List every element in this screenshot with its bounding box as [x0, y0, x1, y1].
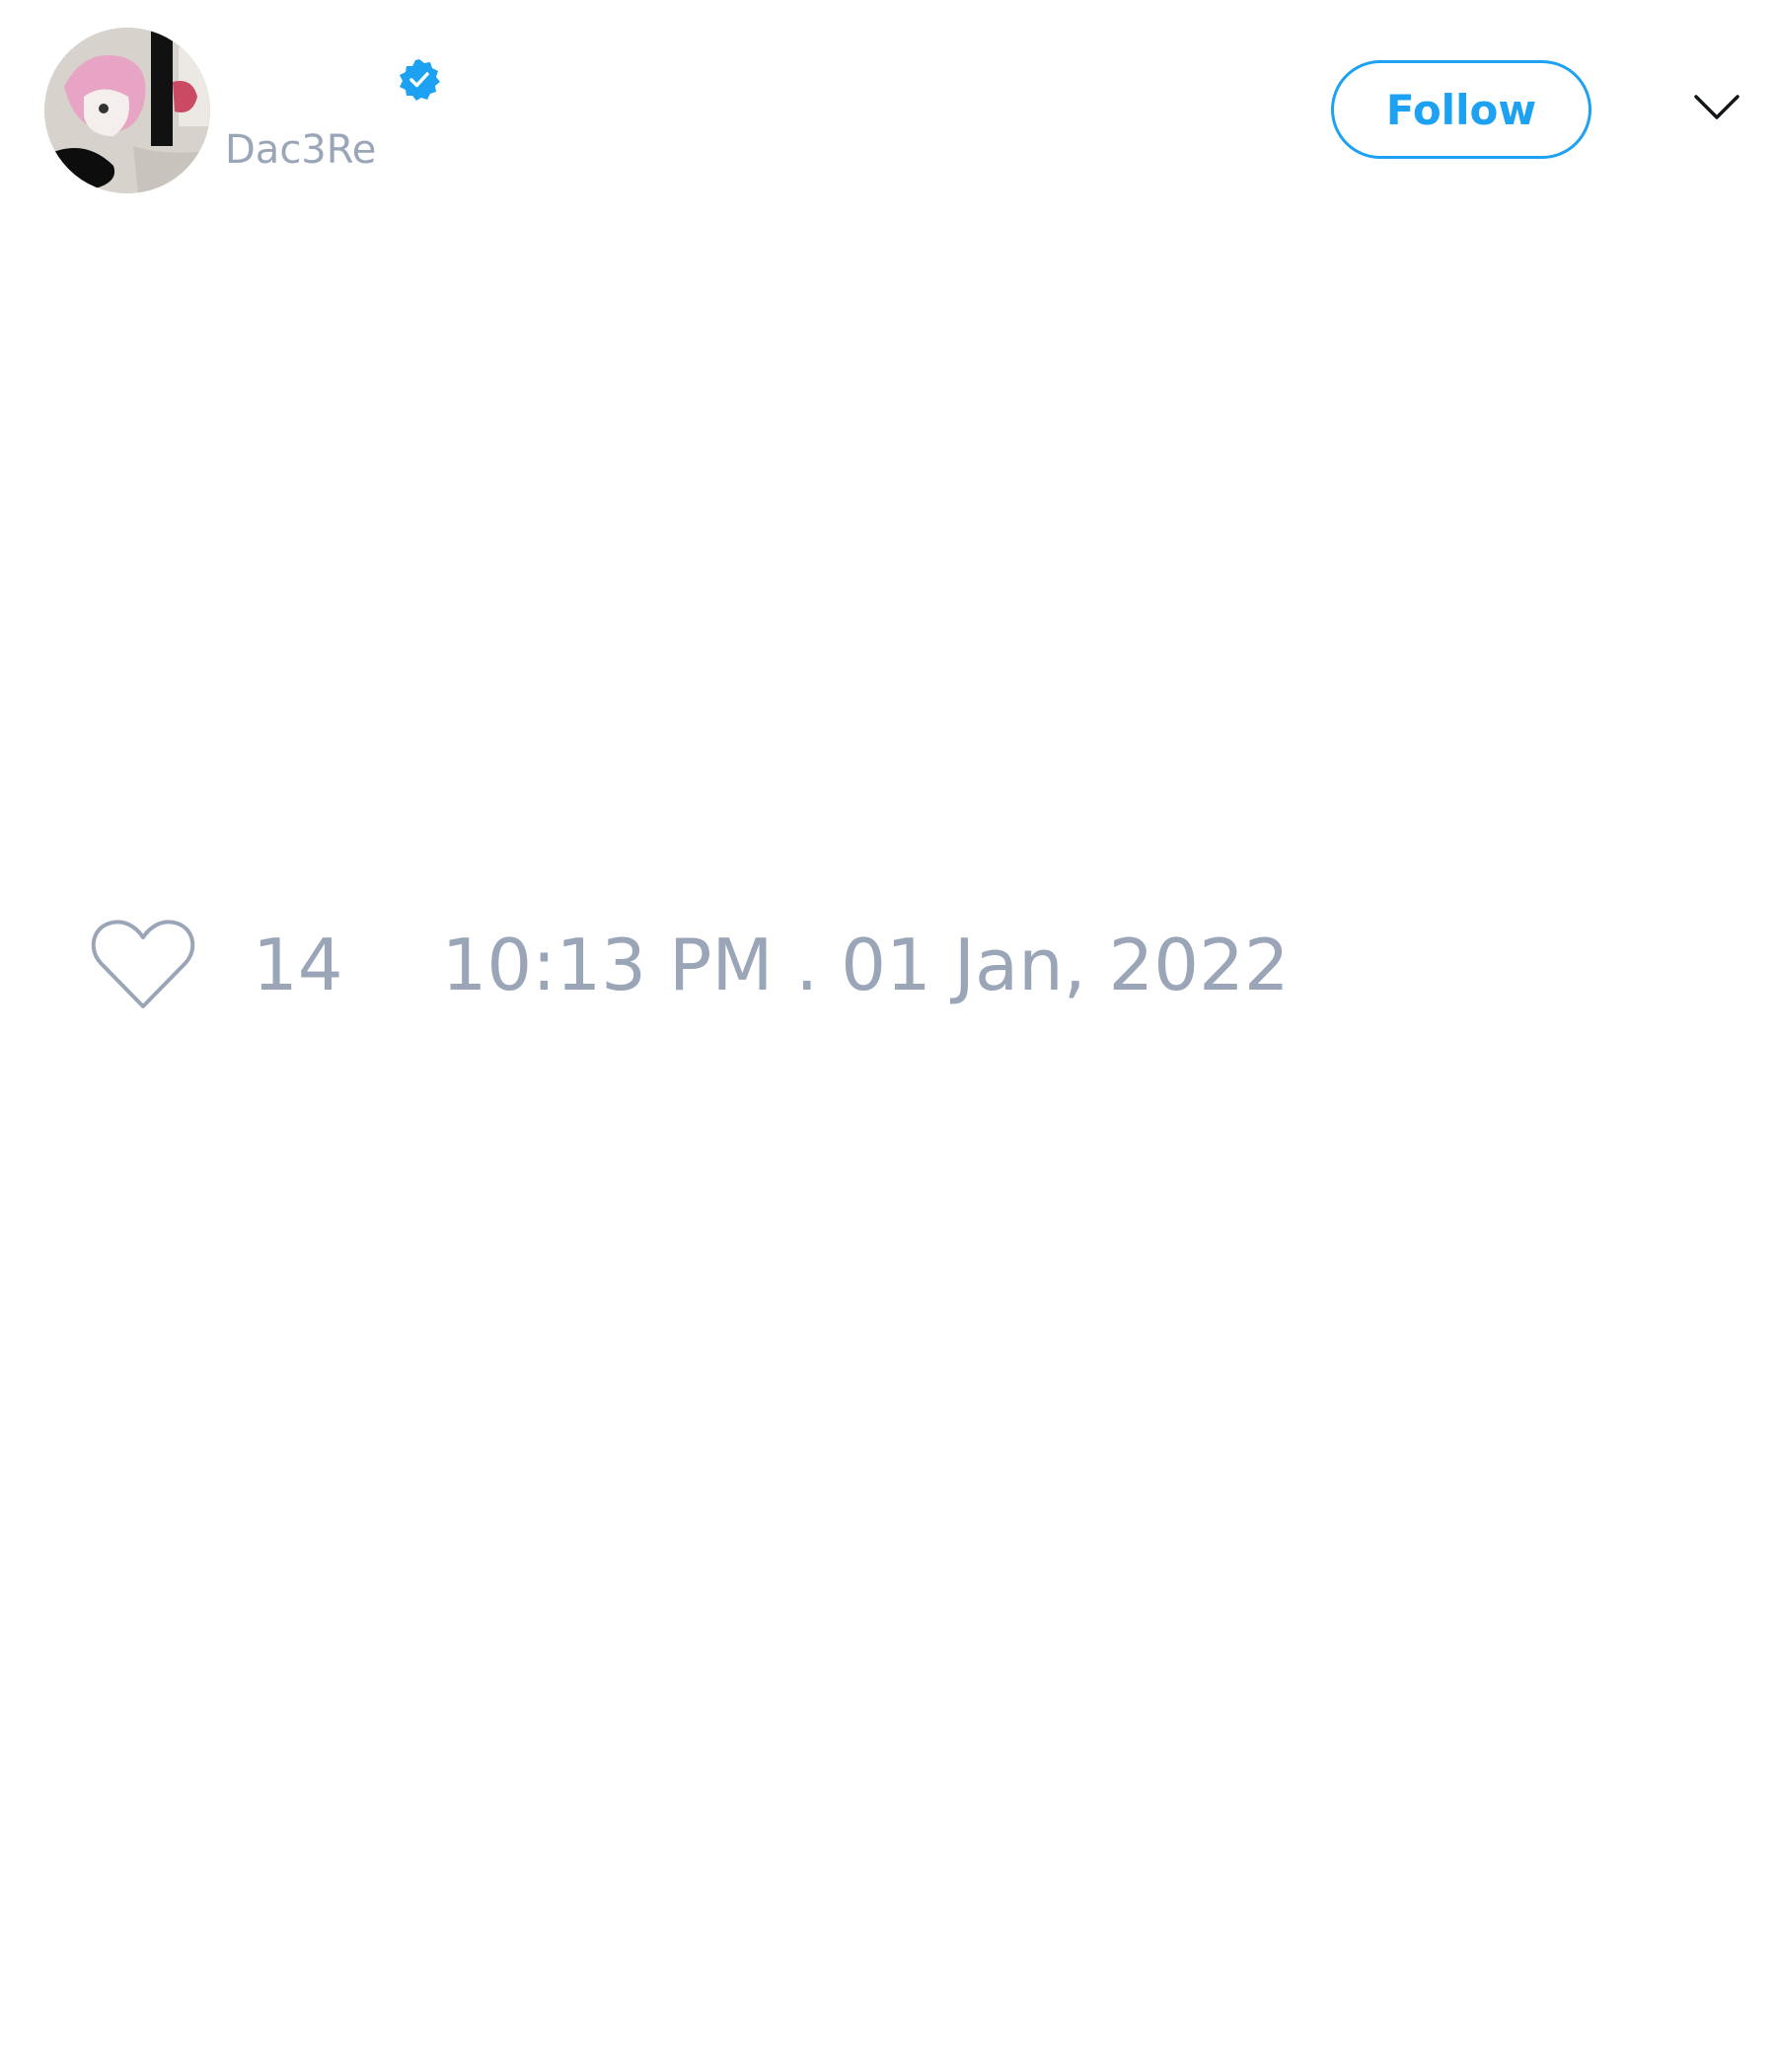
- heart-icon[interactable]: [91, 918, 195, 1012]
- author-display-name[interactable]: [225, 51, 393, 111]
- chevron-down-icon[interactable]: [1693, 93, 1740, 122]
- like-count: 14: [253, 924, 343, 1006]
- author-handle[interactable]: Dac3Re: [225, 122, 376, 178]
- avatar-image: [44, 28, 210, 193]
- avatar[interactable]: [44, 28, 210, 193]
- follow-button[interactable]: Follow: [1331, 60, 1591, 159]
- tweet-card: Dac3Re Follow 14 10:13 PM . 01 Jan, 2022: [0, 0, 1776, 2072]
- tweet-timestamp[interactable]: 10:13 PM . 01 Jan, 2022: [442, 916, 1290, 1014]
- tweet-meta-row: 14 10:13 PM . 01 Jan, 2022: [91, 916, 1290, 1014]
- verified-badge-icon: [400, 59, 440, 101]
